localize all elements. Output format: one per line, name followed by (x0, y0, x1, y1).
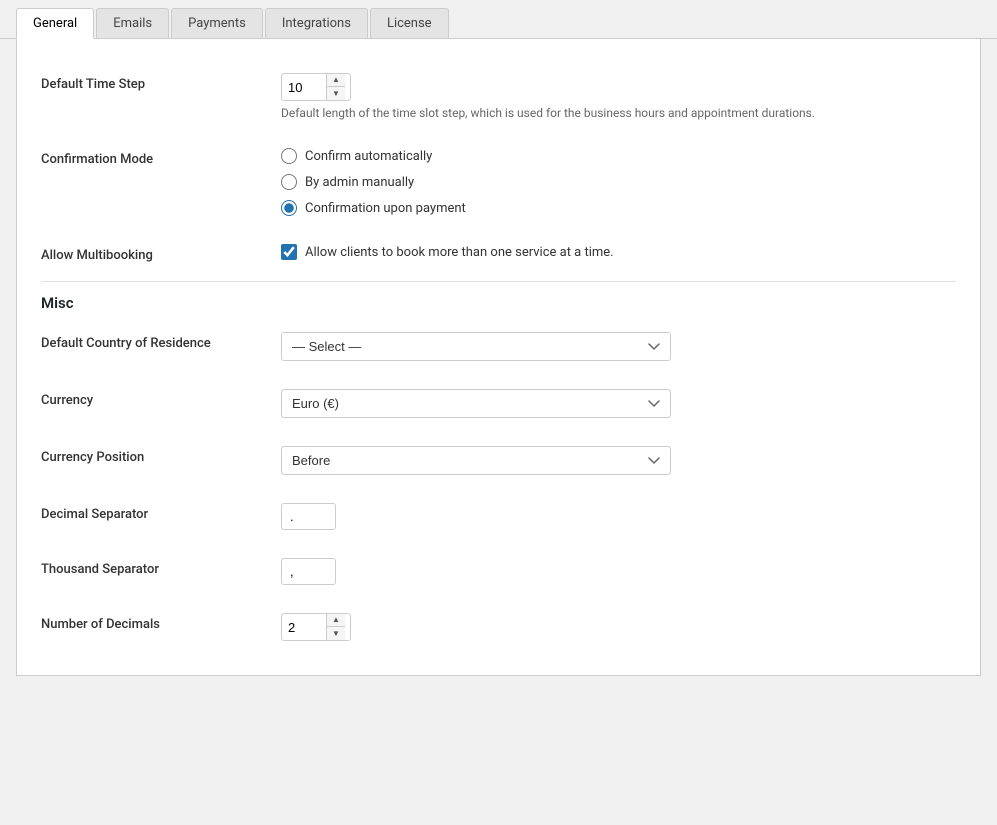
currency-position-label: Currency Position (41, 446, 281, 465)
number-of-decimals-label: Number of Decimals (41, 613, 281, 632)
confirmation-mode-control: Confirm automatically By admin manually … (281, 148, 956, 216)
time-step-hint: Default length of the time slot step, wh… (281, 106, 956, 120)
radio-confirm-manual-input[interactable] (281, 174, 297, 190)
confirmation-mode-label: Confirmation Mode (41, 148, 281, 167)
currency-position-select[interactable]: Before After (281, 446, 671, 475)
decimal-separator-control (281, 503, 956, 530)
radio-confirm-manual-label[interactable]: By admin manually (305, 175, 414, 190)
thousand-separator-control (281, 558, 956, 585)
radio-confirm-auto-label[interactable]: Confirm automatically (305, 149, 432, 164)
tab-license[interactable]: License (370, 8, 449, 38)
number-of-decimals-control: ▲ ▼ (281, 613, 956, 641)
default-time-step-control: ▲ ▼ Default length of the time slot step… (281, 73, 956, 120)
radio-confirm-payment: Confirmation upon payment (281, 200, 956, 216)
default-country-select[interactable]: — Select — (281, 332, 671, 361)
content-area: Default Time Step ▲ ▼ Default length of … (16, 39, 981, 676)
thousand-separator-input[interactable] (281, 558, 336, 585)
decimals-spinner-buttons: ▲ ▼ (326, 614, 345, 640)
thousand-separator-label: Thousand Separator (41, 558, 281, 577)
default-time-step-label: Default Time Step (41, 73, 281, 92)
radio-confirm-payment-input[interactable] (281, 200, 297, 216)
decimal-separator-label: Decimal Separator (41, 503, 281, 522)
multibooking-checkbox[interactable] (281, 244, 297, 260)
default-time-step-row: Default Time Step ▲ ▼ Default length of … (41, 59, 956, 134)
allow-multibooking-label: Allow Multibooking (41, 244, 281, 263)
currency-label: Currency (41, 389, 281, 408)
decimal-separator-input[interactable] (281, 503, 336, 530)
currency-position-control: Before After (281, 446, 956, 475)
currency-row: Currency Euro (€) US Dollar ($) British … (41, 375, 956, 432)
tab-payments[interactable]: Payments (171, 8, 263, 38)
currency-control: Euro (€) US Dollar ($) British Pound (£) (281, 389, 956, 418)
decimals-spinner-down-button[interactable]: ▼ (327, 627, 345, 640)
decimals-spinner-up-button[interactable]: ▲ (327, 614, 345, 627)
allow-multibooking-row: Allow Multibooking Allow clients to book… (41, 230, 956, 277)
radio-confirm-auto-input[interactable] (281, 148, 297, 164)
page-wrapper: General Emails Payments Integrations Lic… (0, 0, 997, 825)
spinner-buttons: ▲ ▼ (326, 74, 345, 100)
radio-confirm-payment-label[interactable]: Confirmation upon payment (305, 201, 466, 216)
default-country-control: — Select — (281, 332, 956, 361)
spinner-down-button[interactable]: ▼ (327, 87, 345, 100)
tab-integrations[interactable]: Integrations (265, 8, 368, 38)
confirmation-mode-row: Confirmation Mode Confirm automatically … (41, 134, 956, 230)
tab-general[interactable]: General (16, 8, 94, 39)
thousand-separator-row: Thousand Separator (41, 544, 956, 599)
tab-emails[interactable]: Emails (96, 8, 169, 38)
multibooking-checkbox-item: Allow clients to book more than one serv… (281, 244, 956, 260)
spinner-up-button[interactable]: ▲ (327, 74, 345, 87)
number-of-decimals-row: Number of Decimals ▲ ▼ (41, 599, 956, 655)
time-step-input[interactable] (282, 76, 326, 99)
default-country-label: Default Country of Residence (41, 332, 281, 351)
currency-position-row: Currency Position Before After (41, 432, 956, 489)
decimals-spinner: ▲ ▼ (281, 613, 351, 641)
radio-confirm-manual: By admin manually (281, 174, 956, 190)
decimals-input[interactable] (282, 616, 326, 639)
confirmation-mode-radio-group: Confirm automatically By admin manually … (281, 148, 956, 216)
currency-select[interactable]: Euro (€) US Dollar ($) British Pound (£) (281, 389, 671, 418)
tabs-bar: General Emails Payments Integrations Lic… (0, 0, 997, 39)
misc-heading: Misc (41, 281, 956, 318)
multibooking-checkbox-label[interactable]: Allow clients to book more than one serv… (305, 245, 614, 260)
time-step-spinner: ▲ ▼ (281, 73, 351, 101)
radio-confirm-auto: Confirm automatically (281, 148, 956, 164)
allow-multibooking-control: Allow clients to book more than one serv… (281, 244, 956, 260)
default-country-row: Default Country of Residence — Select — (41, 318, 956, 375)
decimal-separator-row: Decimal Separator (41, 489, 956, 544)
